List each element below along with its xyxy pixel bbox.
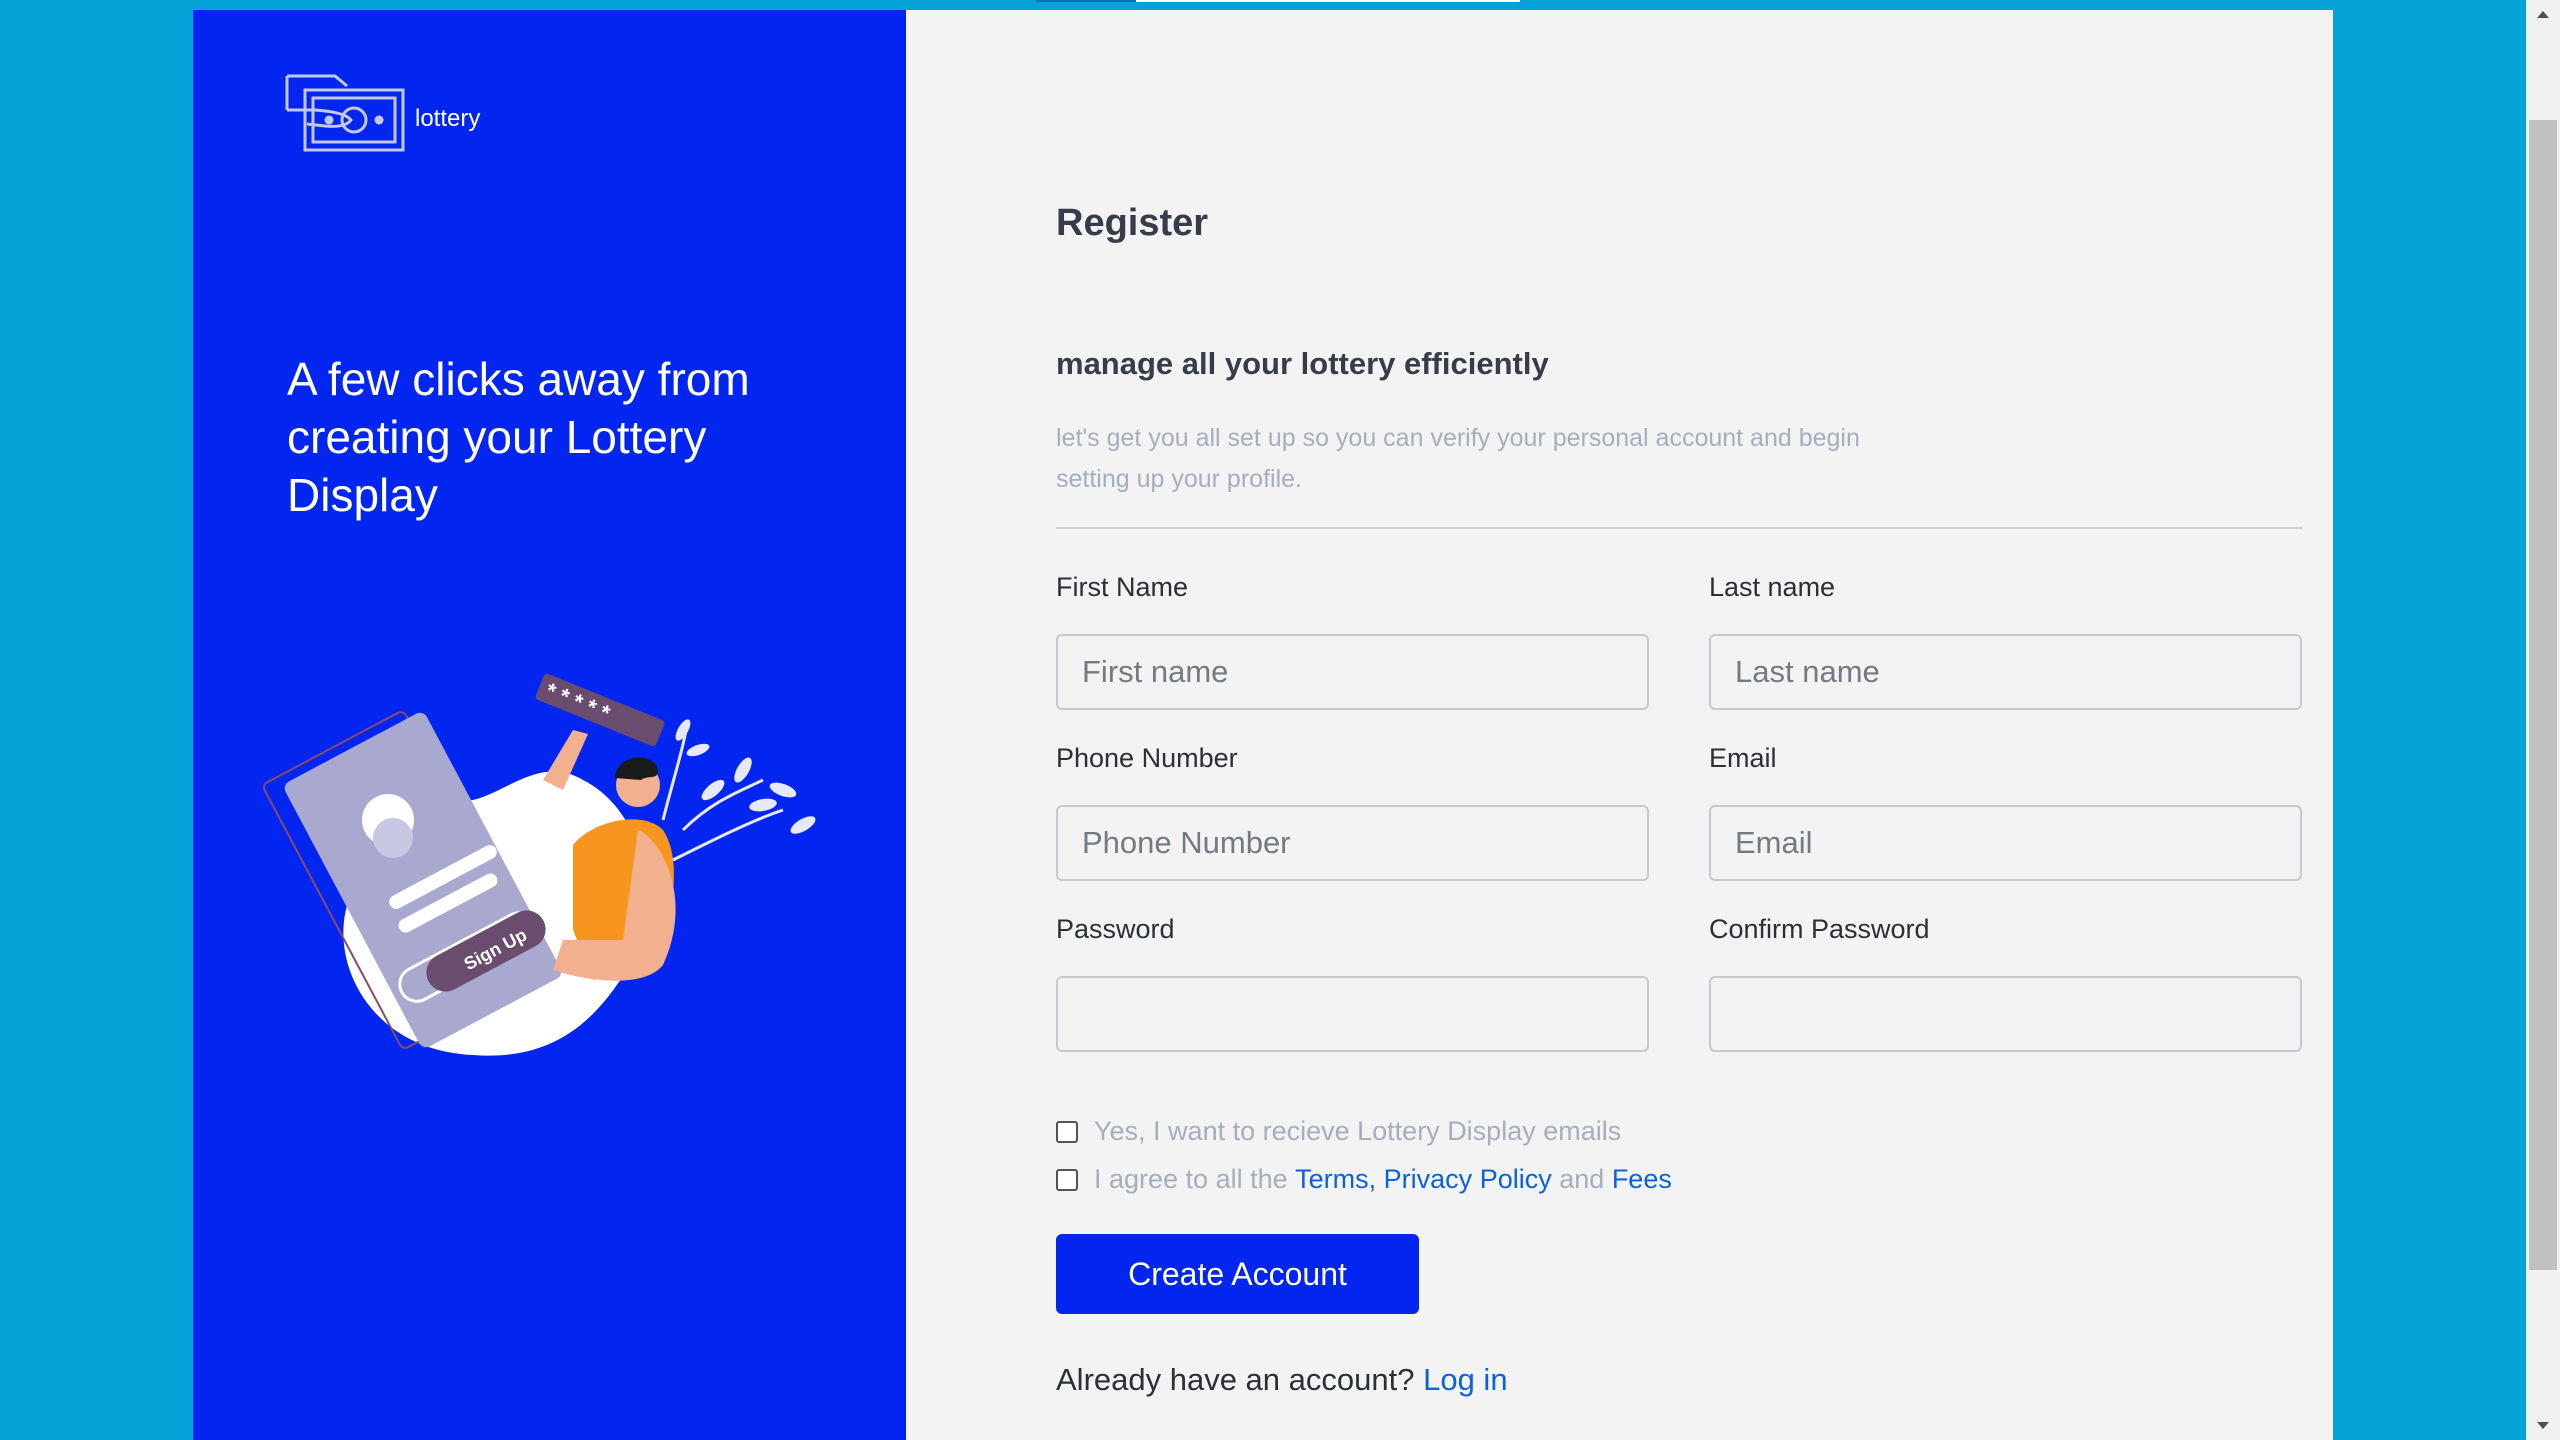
terms-link[interactable]: Terms, (1295, 1164, 1376, 1195)
terms-joiner: and (1559, 1164, 1605, 1194)
password-group: Password (1056, 912, 1649, 1052)
emails-checkbox[interactable] (1056, 1120, 1078, 1143)
email-input[interactable] (1709, 805, 2302, 881)
signup-illustration: Sign Up ***** (263, 673, 816, 1056)
page-scrollbar[interactable] (2526, 0, 2560, 1440)
phone-group: Phone Number (1056, 741, 1649, 881)
divider (1056, 527, 2303, 529)
password-label: Password (1056, 914, 1175, 944)
last-name-input[interactable] (1709, 634, 2302, 710)
signin-prompt-row: Already have an account? Log in (1056, 1362, 1508, 1398)
email-group: Email (1709, 741, 2302, 881)
phone-label: Phone Number (1056, 743, 1238, 773)
page-title: Register (1056, 202, 1209, 244)
top-tab-strip (1136, 0, 1520, 2)
top-tab-strip-active (1036, 0, 1136, 2)
emails-consent-row: Yes, I want to recieve Lottery Display e… (1056, 1116, 1621, 1147)
confirm-password-group: Confirm Password (1709, 912, 2302, 1052)
phone-input[interactable] (1056, 805, 1649, 881)
logo[interactable]: lottery (285, 70, 480, 160)
confirm-password-input[interactable] (1709, 976, 2302, 1052)
last-name-label: Last name (1709, 572, 1836, 602)
form-subtitle: manage all your lottery efficiently (1056, 346, 1549, 381)
scrollbar-thumb[interactable] (2529, 120, 2557, 1270)
first-name-group: First Name (1056, 570, 1649, 710)
terms-checkbox[interactable] (1056, 1168, 1078, 1191)
money-hand-icon (285, 74, 405, 152)
emails-consent-label: Yes, I want to recieve Lottery Display e… (1094, 1116, 1622, 1146)
form-description: let's get you all set up so you can veri… (1056, 424, 1860, 493)
confirm-password-label: Confirm Password (1709, 914, 1930, 944)
privacy-policy-link[interactable]: Privacy Policy (1384, 1164, 1552, 1195)
terms-consent-row: I agree to all the Terms, Privacy Policy… (1056, 1164, 1672, 1195)
signin-prompt: Already have an account? (1056, 1362, 1415, 1397)
last-name-group: Last name (1709, 570, 2302, 710)
create-account-button[interactable]: Create Account (1056, 1234, 1419, 1314)
terms-prefix: I agree to all the (1094, 1164, 1288, 1194)
fees-link[interactable]: Fees (1612, 1164, 1672, 1195)
register-card: lottery A few clicks away from creating … (193, 10, 2333, 1440)
logo-text: lottery (415, 105, 481, 132)
email-label: Email (1709, 743, 1777, 773)
scroll-up-arrow-icon[interactable] (2526, 4, 2560, 24)
hero-tagline: A few clicks away from creating your Lot… (287, 353, 750, 521)
login-link[interactable]: Log in (1423, 1362, 1507, 1397)
scroll-down-arrow-icon[interactable] (2526, 1416, 2560, 1436)
brand-panel: lottery A few clicks away from creating … (193, 10, 906, 1440)
form-panel: Register manage all your lottery efficie… (906, 10, 2333, 1440)
first-name-label: First Name (1056, 572, 1189, 602)
illustration-password-stars: ***** (542, 678, 619, 728)
first-name-input[interactable] (1056, 634, 1649, 710)
password-input[interactable] (1056, 976, 1649, 1052)
